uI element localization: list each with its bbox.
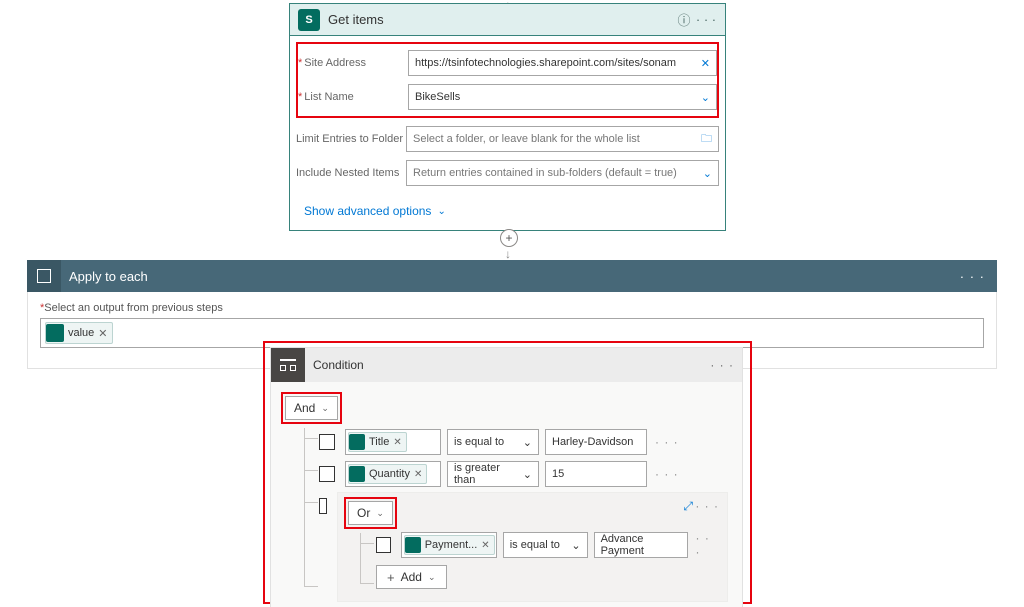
folder-picker-icon[interactable]: 🗀 <box>701 130 712 149</box>
get-items-card: S Get items ⓘ · · · *Site Address https:… <box>289 3 726 231</box>
limit-folder-label: Limit Entries to Folder <box>296 133 406 145</box>
apply-to-each-menu-icon[interactable]: · · · <box>956 269 989 284</box>
tree-line <box>360 533 361 583</box>
list-name-chevron-icon[interactable]: ⌄ <box>701 91 710 104</box>
chevron-down-icon: ⌄ <box>437 206 445 217</box>
list-name-row: *List Name BikeSells ⌄ <box>298 82 717 112</box>
flow-arrow-down-2: ↓ <box>505 247 511 261</box>
nested-group-operator-dropdown[interactable]: Or⌄ <box>348 501 393 525</box>
token-icon <box>405 537 421 553</box>
tree-line <box>360 583 374 584</box>
select-output-label: Select an output from previous steps <box>44 302 223 314</box>
chevron-down-icon: ⌄ <box>571 539 580 552</box>
get-items-required-fields: *Site Address https://tsinfotechnologies… <box>296 42 719 118</box>
condition-header[interactable]: Condition · · · <box>271 348 742 382</box>
field-token-input[interactable]: Payment...✕ <box>401 532 497 558</box>
row-checkbox[interactable] <box>376 537 391 553</box>
get-items-menu-icon[interactable]: · · · <box>695 12 717 27</box>
list-name-input[interactable]: BikeSells ⌄ <box>408 84 717 110</box>
nested-items-input[interactable]: Return entries contained in sub-folders … <box>406 160 719 186</box>
operator-dropdown[interactable]: is equal to⌄ <box>503 532 588 558</box>
condition-menu-icon[interactable]: · · · <box>710 358 734 372</box>
value-input[interactable]: Harley-Davidson <box>545 429 647 455</box>
condition-row: Quantity✕ is greater than⌄ 15 · · · <box>319 460 728 488</box>
get-items-title: Get items <box>328 12 384 27</box>
get-items-header[interactable]: S Get items ⓘ · · · <box>290 4 725 36</box>
value-input[interactable]: 15 <box>545 461 647 487</box>
tree-line <box>360 543 374 544</box>
show-advanced-options-link[interactable]: Show advanced options⌄ <box>290 194 460 230</box>
remove-token-icon[interactable]: ✕ <box>393 437 401 448</box>
operator-dropdown[interactable]: is equal to⌄ <box>447 429 539 455</box>
nested-condition-group: ⤢ · · · Or⌄ Payment.. <box>337 492 728 602</box>
row-checkbox[interactable] <box>319 434 335 450</box>
nested-items-row: Include Nested Items Return entries cont… <box>296 158 719 188</box>
chevron-down-icon: ⌄ <box>428 572 436 583</box>
plus-icon: + <box>387 570 395 585</box>
field-token-input[interactable]: Title✕ <box>345 429 441 455</box>
help-icon[interactable]: ⓘ <box>673 10 695 29</box>
nested-add-button[interactable]: + Add ⌄ <box>376 565 447 589</box>
group-menu-icon[interactable]: · · · <box>695 499 719 513</box>
limit-folder-input[interactable]: Select a folder, or leave blank for the … <box>406 126 719 152</box>
clear-site-address-icon[interactable]: ✕ <box>701 57 710 70</box>
row-checkbox[interactable] <box>319 466 335 482</box>
row-menu-icon[interactable]: · · · <box>655 435 679 449</box>
token-sp-icon <box>46 324 64 342</box>
condition-title: Condition <box>313 358 364 372</box>
nested-items-chevron-icon[interactable]: ⌄ <box>703 167 712 180</box>
sharepoint-icon: S <box>298 9 320 31</box>
site-address-row: *Site Address https://tsinfotechnologies… <box>298 48 717 78</box>
loop-icon <box>27 260 61 292</box>
site-address-label: Site Address <box>304 57 366 69</box>
remove-token-icon[interactable]: ✕ <box>414 469 422 480</box>
row-menu-icon[interactable]: · · · <box>655 467 679 481</box>
collapse-icon[interactable]: ⤢ <box>683 499 693 514</box>
remove-token-icon[interactable]: ✕ <box>98 327 107 340</box>
token-icon <box>349 466 365 482</box>
condition-row: Payment...✕ is equal to⌄ Advance Payment… <box>376 531 717 559</box>
chevron-down-icon: ⌄ <box>523 468 532 481</box>
apply-to-each-header[interactable]: Apply to each · · · <box>27 260 997 292</box>
chevron-down-icon: ⌄ <box>321 403 329 414</box>
limit-folder-row: Limit Entries to Folder Select a folder,… <box>296 124 719 154</box>
nested-group-row: ⤢ · · · Or⌄ Payment.. <box>319 492 728 602</box>
value-token[interactable]: value ✕ <box>45 322 113 344</box>
condition-card: Condition · · · And⌄ Title✕ is equal to⌄… <box>270 347 743 607</box>
remove-token-icon[interactable]: ✕ <box>481 540 489 551</box>
row-checkbox[interactable] <box>319 498 327 514</box>
site-address-input[interactable]: https://tsinfotechnologies.sharepoint.co… <box>408 50 717 76</box>
condition-row: Title✕ is equal to⌄ Harley-Davidson · · … <box>319 428 728 456</box>
list-name-label: List Name <box>304 91 354 103</box>
operator-dropdown[interactable]: is greater than⌄ <box>447 461 539 487</box>
token-icon <box>349 434 365 450</box>
group-operator-dropdown[interactable]: And⌄ <box>285 396 338 420</box>
condition-icon <box>271 348 305 382</box>
value-input[interactable]: Advance Payment <box>594 532 688 558</box>
apply-to-each-title: Apply to each <box>69 269 148 284</box>
row-menu-icon[interactable]: · · · <box>696 531 717 559</box>
insert-step-button[interactable]: + <box>500 229 518 247</box>
chevron-down-icon: ⌄ <box>376 508 384 519</box>
nested-items-label: Include Nested Items <box>296 167 406 179</box>
field-token-input[interactable]: Quantity✕ <box>345 461 441 487</box>
chevron-down-icon: ⌄ <box>523 436 532 449</box>
